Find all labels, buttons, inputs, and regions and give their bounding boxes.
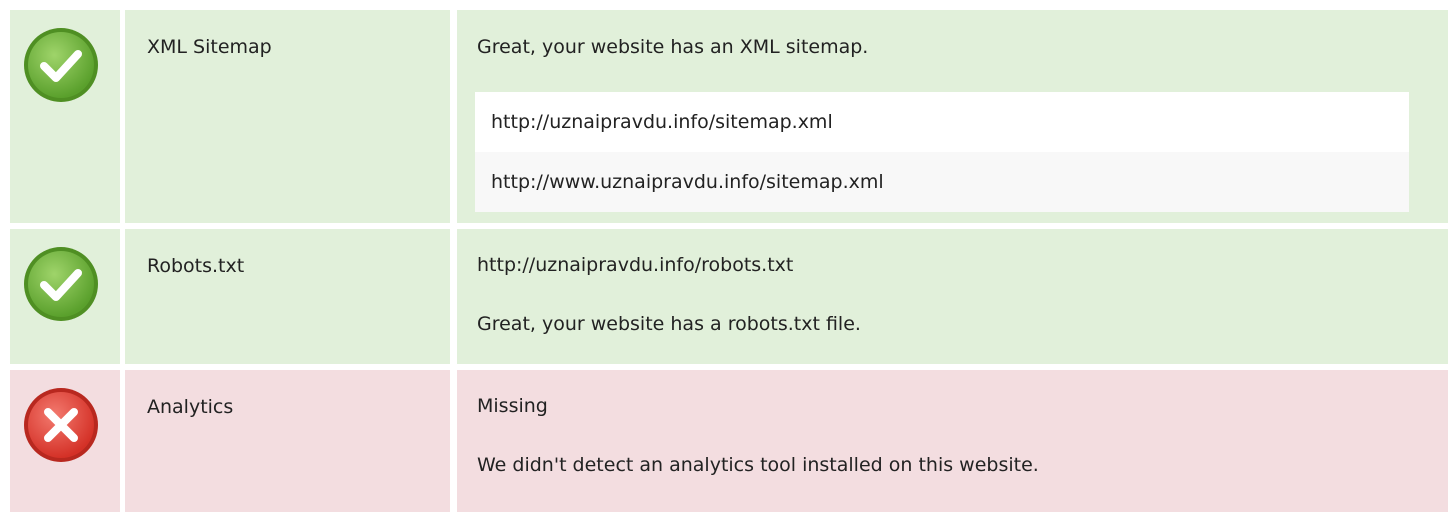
check-circle-icon xyxy=(24,247,98,321)
sitemap-url: http://www.uznaipravdu.info/sitemap.xml xyxy=(491,171,884,193)
check-label: Analytics xyxy=(147,396,234,418)
list-item: http://www.uznaipravdu.info/sitemap.xml xyxy=(475,152,1409,212)
check-result-cell: http://uznaipravdu.info/robots.txt Great… xyxy=(457,229,1448,364)
check-message: Great, your website has an XML sitemap. xyxy=(477,36,869,58)
status-text: Missing xyxy=(477,395,548,417)
check-label: Robots.txt xyxy=(147,255,245,277)
sitemap-url: http://uznaipravdu.info/sitemap.xml xyxy=(491,111,833,133)
status-cell xyxy=(10,370,120,512)
check-label-cell: Robots.txt xyxy=(125,229,450,364)
check-row-xml-sitemap: XML Sitemap Great, your website has an X… xyxy=(10,10,1448,223)
check-label: XML Sitemap xyxy=(147,36,272,58)
sitemap-url-list: http://uznaipravdu.info/sitemap.xml http… xyxy=(475,92,1409,212)
check-label-cell: XML Sitemap xyxy=(125,10,450,223)
check-message: We didn't detect an analytics tool insta… xyxy=(477,454,1039,476)
check-result-cell: Missing We didn't detect an analytics to… xyxy=(457,370,1448,512)
robots-url: http://uznaipravdu.info/robots.txt xyxy=(477,254,794,276)
check-row-robots-txt: Robots.txt http://uznaipravdu.info/robot… xyxy=(10,229,1448,364)
status-cell xyxy=(10,229,120,364)
status-cell xyxy=(10,10,120,223)
list-item: http://uznaipravdu.info/sitemap.xml xyxy=(475,92,1409,152)
check-message: Great, your website has a robots.txt fil… xyxy=(477,313,861,335)
check-label-cell: Analytics xyxy=(125,370,450,512)
check-row-analytics: Analytics Missing We didn't detect an an… xyxy=(10,370,1448,512)
check-circle-icon xyxy=(24,28,98,102)
cross-circle-icon xyxy=(24,388,98,462)
check-result-cell: Great, your website has an XML sitemap. … xyxy=(457,10,1448,223)
